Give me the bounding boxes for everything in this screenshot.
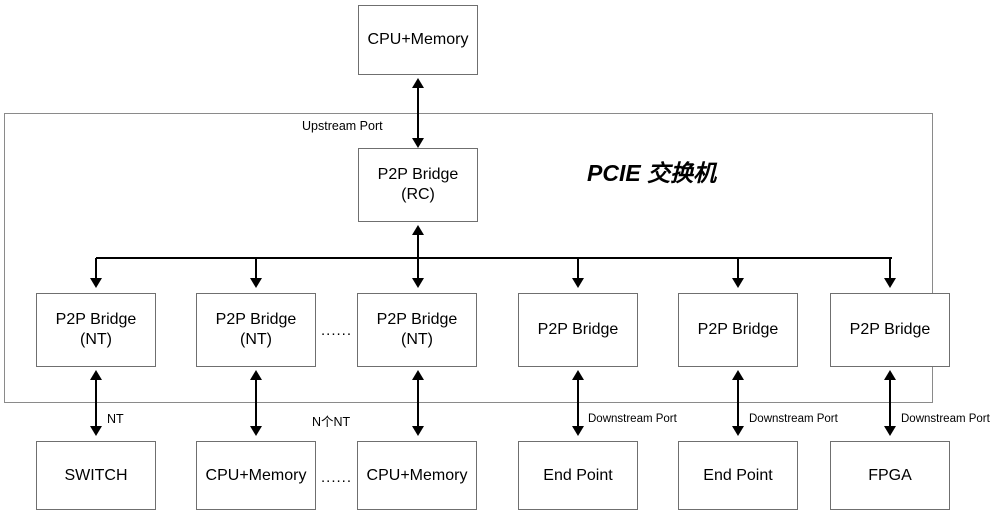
- nt-label: NT: [107, 412, 124, 426]
- p2p-bridge-3-line1: P2P Bridge: [376, 311, 458, 329]
- p2p-bridge-box-5: P2P Bridge: [678, 293, 798, 367]
- bus-drop-2: [255, 258, 257, 280]
- pcie-switch-title: PCIE 交换机: [587, 160, 717, 186]
- p2p-bridge-4-line1: P2P Bridge: [537, 321, 619, 339]
- p2p-bridge-box-3: P2P Bridge (NT): [357, 293, 477, 367]
- arrow-down-bridge-5: [732, 278, 744, 288]
- arrow-down-bridge-1: [90, 278, 102, 288]
- p2p-bridge-box-1: P2P Bridge (NT): [36, 293, 156, 367]
- bus-drop-4: [577, 258, 579, 280]
- upstream-port-label: Upstream Port: [302, 119, 383, 133]
- p2p-bridge-box-6: P2P Bridge: [830, 293, 950, 367]
- downstream-port-label-3: Downstream Port: [901, 413, 990, 425]
- endpoint-box-3: CPU+Memory: [357, 441, 477, 510]
- arrow-down-to-rc-bridge: [412, 138, 424, 148]
- p2p-bridge-1-line1: P2P Bridge: [55, 311, 137, 329]
- endpoint-box-5: End Point: [678, 441, 798, 510]
- endpoint-1-label: SWITCH: [64, 466, 128, 484]
- endpoint-2-label: CPU+Memory: [205, 466, 307, 484]
- endpoint-box-6: FPGA: [830, 441, 950, 510]
- n-nt-label: N个NT: [312, 415, 351, 429]
- endpoint-3-label: CPU+Memory: [366, 466, 468, 484]
- arrow-down-endpoint-3: [412, 426, 424, 436]
- link-line-1: [95, 378, 97, 428]
- endpoint-box-2: CPU+Memory: [196, 441, 316, 510]
- link-line-3: [417, 378, 419, 428]
- bus-drop-1: [95, 258, 97, 280]
- p2p-bridge-3-line2: (NT): [401, 331, 433, 348]
- endpoint-4-label: End Point: [543, 466, 613, 484]
- p2p-bridge-box-2: P2P Bridge (NT): [196, 293, 316, 367]
- endpoint-5-label: End Point: [703, 466, 773, 484]
- cpu-memory-top-box: CPU+Memory: [358, 5, 478, 75]
- bridges-ellipsis: ......: [321, 322, 353, 339]
- pcie-switch-diagram: PCIE 交换机 CPU+Memory Upstream Port P2P Br…: [0, 0, 1000, 514]
- endpoint-6-label: FPGA: [868, 466, 912, 484]
- p2p-bridge-box-4: P2P Bridge: [518, 293, 638, 367]
- arrow-down-bridge-4: [572, 278, 584, 288]
- link-line-6: [889, 378, 891, 428]
- endpoints-ellipsis: ......: [321, 469, 353, 486]
- link-line-4: [577, 378, 579, 428]
- bus-drop-6: [889, 258, 891, 280]
- p2p-bridge-rc-line2: (RC): [401, 186, 435, 203]
- link-line-2: [255, 378, 257, 428]
- line-rc-to-bus: [417, 233, 419, 259]
- endpoint-box-4: End Point: [518, 441, 638, 510]
- arrow-down-endpoint-2: [250, 426, 262, 436]
- link-line-5: [737, 378, 739, 428]
- arrow-down-endpoint-1: [90, 426, 102, 436]
- p2p-bridge-6-line1: P2P Bridge: [849, 321, 931, 339]
- p2p-bridge-rc-line1: P2P Bridge: [377, 166, 459, 184]
- p2p-bridge-2-line1: P2P Bridge: [215, 311, 297, 329]
- arrow-down-bridge-3: [412, 278, 424, 288]
- endpoint-box-1: SWITCH: [36, 441, 156, 510]
- distribution-bus: [96, 257, 892, 259]
- arrow-down-endpoint-5: [732, 426, 744, 436]
- downstream-port-label-2: Downstream Port: [749, 413, 838, 425]
- arrow-down-bridge-6: [884, 278, 896, 288]
- cpu-memory-top-label: CPU+Memory: [367, 31, 469, 49]
- bus-drop-5: [737, 258, 739, 280]
- p2p-bridge-5-line1: P2P Bridge: [697, 321, 779, 339]
- line-cpu-to-rc: [417, 86, 419, 140]
- p2p-bridge-rc-box: P2P Bridge (RC): [358, 148, 478, 222]
- arrow-down-bridge-2: [250, 278, 262, 288]
- p2p-bridge-2-line2: (NT): [240, 331, 272, 348]
- p2p-bridge-1-line2: (NT): [80, 331, 112, 348]
- arrow-down-endpoint-6: [884, 426, 896, 436]
- arrow-down-endpoint-4: [572, 426, 584, 436]
- bus-drop-3: [417, 258, 419, 280]
- downstream-port-label-1: Downstream Port: [588, 413, 677, 425]
